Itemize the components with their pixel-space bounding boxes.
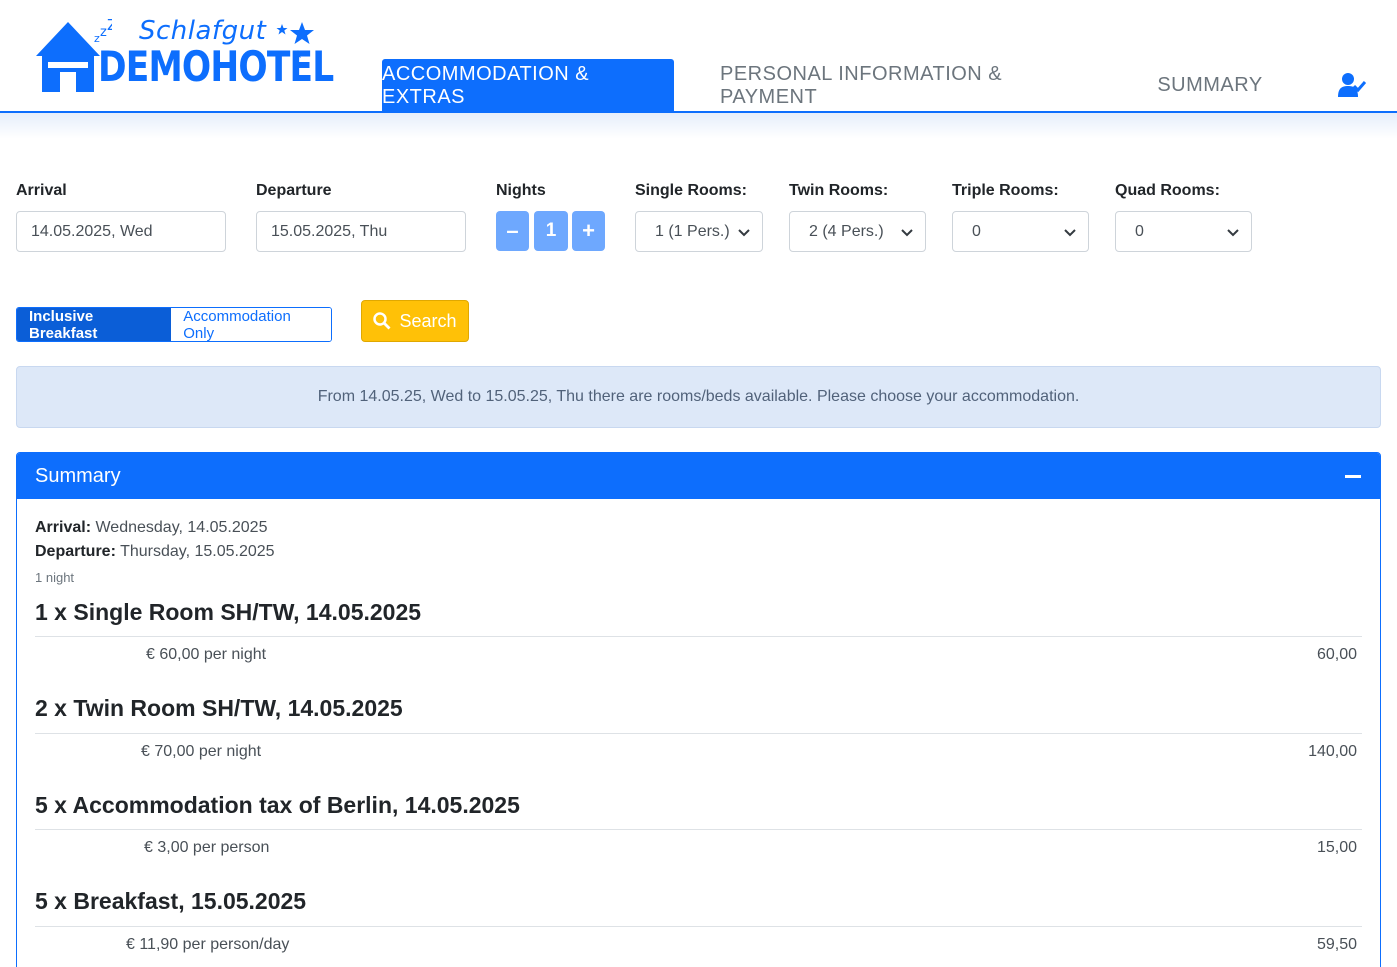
line-item-title: 2 x Twin Room SH/TW, 14.05.2025 [35,695,403,721]
chevron-down-icon [738,229,750,237]
twin-rooms-label: Twin Rooms: [789,182,889,199]
triple-rooms-label: Triple Rooms: [952,182,1059,199]
line-item-price: € 60,00 per night [146,646,267,663]
line-item-total: 59,50 [1316,936,1357,953]
search-button[interactable]: Search [361,300,469,342]
line-item-price: € 70,00 per night [141,743,262,760]
quad-rooms-select[interactable]: 0 [1115,211,1252,252]
summary-card: Summary Arrival: Wednesday, 14.05.2025 D… [16,452,1381,967]
twin-rooms-select[interactable]: 2 (4 Pers.) [789,211,926,252]
summary-title: Summary [35,464,121,487]
stars-icon [276,22,314,58]
line-item-divider [35,636,1362,637]
arrival-label: Arrival [16,182,67,199]
tab-summary[interactable]: SUMMARY [1130,59,1290,112]
line-item-divider [35,926,1362,927]
inclusive-breakfast-option[interactable]: Inclusive Breakfast [17,308,172,341]
hotel-logo[interactable]: z z Z Schlafgut DEMOHOTEL [32,14,334,98]
departure-date-input[interactable]: 15.05.2025, Thu [256,211,466,252]
arrival-date-input[interactable]: 14.05.2025, Wed [16,211,226,252]
nights-value: 1 [534,211,568,251]
quad-rooms-value: 0 [1135,222,1144,240]
svg-text:z: z [100,25,107,40]
svg-text:Z: Z [107,16,112,34]
collapse-icon[interactable] [1345,475,1361,478]
summary-departure: Departure: Thursday, 15.05.2025 [35,543,275,561]
summary-header[interactable]: Summary [17,453,1380,499]
twin-rooms-value: 2 (4 Pers.) [809,222,884,240]
single-rooms-label: Single Rooms: [635,182,748,199]
line-item-total: 60,00 [1316,646,1357,663]
line-item-title: 5 x Accommodation tax of Berlin, 14.05.2… [35,792,520,818]
summary-departure-label: Departure: [35,543,116,560]
summary-departure-value: Thursday, 15.05.2025 [120,543,275,560]
chevron-down-icon [901,229,913,237]
header-shadow [0,113,1397,139]
line-item-price: € 11,90 per person/day [126,936,290,953]
summary-nights: 1 night [35,570,75,585]
line-item-total: 140,00 [1308,743,1357,760]
line-item-title: 1 x Single Room SH/TW, 14.05.2025 [35,599,422,625]
summary-arrival-label: Arrival: [35,519,92,536]
availability-alert: From 14.05.25, Wed to 15.05.25, Thu ther… [16,366,1381,428]
line-item-total: 15,00 [1316,839,1357,856]
line-item-title: 5 x Breakfast, 15.05.2025 [35,888,307,914]
line-item-divider [35,829,1362,830]
departure-label: Departure [256,182,332,199]
line-item-price: € 3,00 per person [144,839,270,856]
nights-increase-button[interactable]: + [572,211,605,251]
user-check-icon[interactable] [1338,72,1366,98]
triple-rooms-select[interactable]: 0 [952,211,1089,252]
search-button-label: Search [399,310,457,331]
header: z z Z Schlafgut DEMOHOTEL ACCOMMODATION … [0,0,1397,113]
chevron-down-icon [1064,229,1076,237]
meal-option-toggle: Inclusive Breakfast Accommodation Only [16,307,332,342]
summary-arrival: Arrival: Wednesday, 14.05.2025 [35,519,267,537]
summary-arrival-value: Wednesday, 14.05.2025 [95,519,268,536]
chevron-down-icon [1227,229,1239,237]
tab-accommodation-extras[interactable]: ACCOMMODATION & EXTRAS [382,59,674,112]
search-icon [373,312,391,330]
tab-personal-information-payment[interactable]: PERSONAL INFORMATION & PAYMENT [720,59,1100,112]
single-rooms-value: 1 (1 Pers.) [655,222,730,240]
quad-rooms-label: Quad Rooms: [1115,182,1220,199]
single-rooms-select[interactable]: 1 (1 Pers.) [635,211,763,252]
triple-rooms-value: 0 [972,222,981,240]
nights-decrease-button[interactable]: – [496,211,529,251]
line-item-divider [35,733,1362,734]
nights-label: Nights [496,182,546,199]
accommodation-only-option[interactable]: Accommodation Only [171,308,331,341]
